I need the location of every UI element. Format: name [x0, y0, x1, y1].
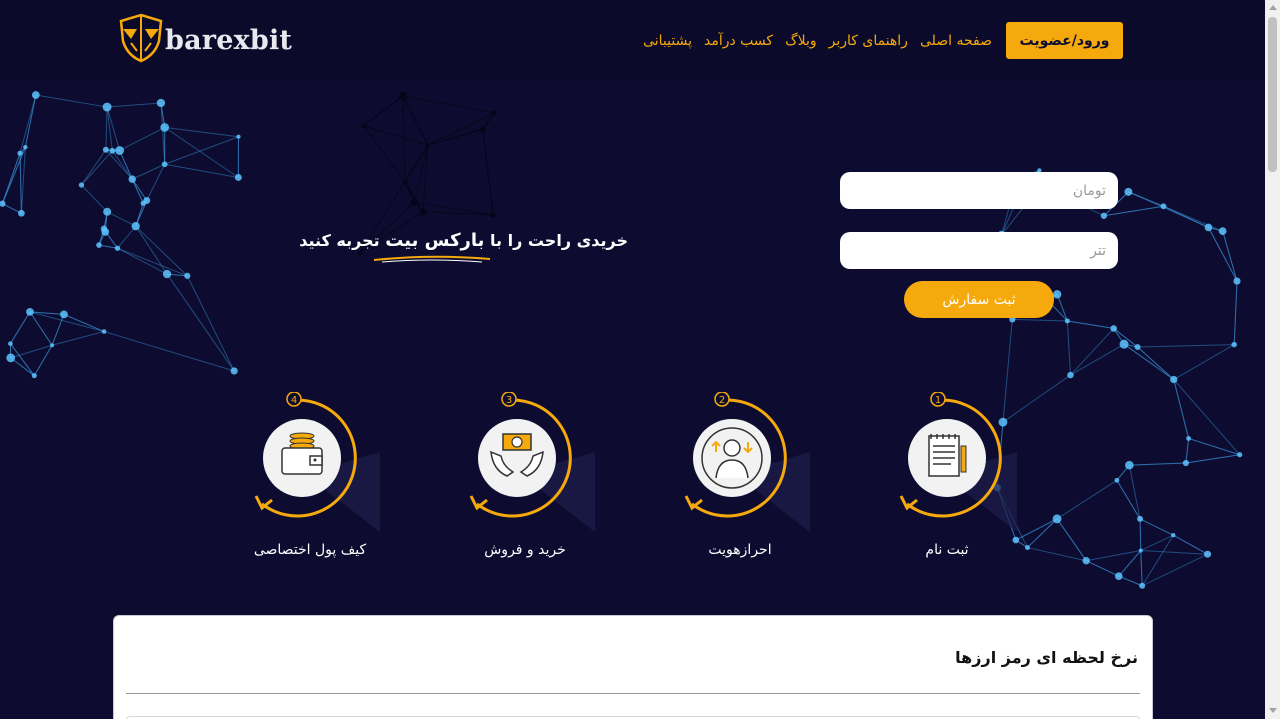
step-verification: 2 احرازهویت	[660, 392, 820, 572]
nav-support[interactable]: پشتیبانی	[637, 33, 698, 49]
step-2-number: 2	[719, 395, 725, 406]
nav-earn-money[interactable]: کسب درآمد	[698, 33, 779, 49]
scroll-thumb[interactable]	[1268, 17, 1277, 172]
step-wallet: 4 کیف پول اختصاصی	[230, 392, 390, 572]
tagline-part-1: خریدی راحت را با	[484, 231, 628, 250]
scroll-up-icon[interactable]	[1269, 5, 1277, 10]
nav-user-guide[interactable]: راهنمای کاربر	[823, 33, 914, 49]
step-2-label: احرازهویت	[708, 542, 772, 558]
nav-blog[interactable]: وبلاگ	[779, 33, 823, 49]
step-trade: 3 خرید و فروش	[445, 392, 605, 572]
shield-logo-icon	[119, 13, 163, 63]
scroll-down-icon[interactable]	[1269, 708, 1277, 713]
hero-tagline: خریدی راحت را با بارکس بیت تجربه کنید	[298, 230, 628, 251]
scrollbar[interactable]	[1265, 0, 1280, 719]
step-1-label: ثبت نام	[925, 542, 969, 558]
logo[interactable]: barexbit	[117, 13, 307, 65]
tagline-brand: بارکس بیت	[385, 230, 485, 251]
main-nav: ورود/عضویت صفحه اصلی راهنمای کاربر وبلاگ…	[637, 22, 1123, 59]
hero-section: خریدی راحت را با بارکس بیت تجربه کنید ثب…	[0, 80, 1265, 603]
tether-amount-input[interactable]	[840, 232, 1118, 269]
step-3-number: 3	[506, 395, 512, 406]
network-background	[0, 91, 1243, 589]
step-4-number: 4	[291, 395, 297, 406]
step-3-label: خرید و فروش	[484, 542, 566, 558]
toman-amount-input[interactable]	[840, 172, 1118, 209]
step-1-number: 1	[935, 395, 941, 406]
tagline-part-2: تجربه کنید	[299, 231, 386, 250]
logo-text: barexbit	[165, 25, 293, 56]
login-register-button[interactable]: ورود/عضویت	[1006, 22, 1123, 59]
nav-home[interactable]: صفحه اصلی	[914, 33, 998, 49]
step-register: 1 ثبت نام	[867, 392, 1027, 572]
rates-divider	[126, 693, 1140, 694]
nav-links: صفحه اصلی راهنمای کاربر وبلاگ کسب درآمد …	[637, 33, 998, 49]
rates-title: نرخ لحظه ای رمز ارزها	[955, 648, 1138, 667]
site-header: barexbit ورود/عضویت صفحه اصلی راهنمای کا…	[0, 0, 1265, 80]
submit-order-button[interactable]: ثبت سفارش	[904, 281, 1054, 318]
crypto-rates-panel: نرخ لحظه ای رمز ارزها	[113, 615, 1153, 719]
tagline-underline	[373, 255, 491, 263]
step-4-label: کیف پول اختصاصی	[253, 542, 367, 558]
